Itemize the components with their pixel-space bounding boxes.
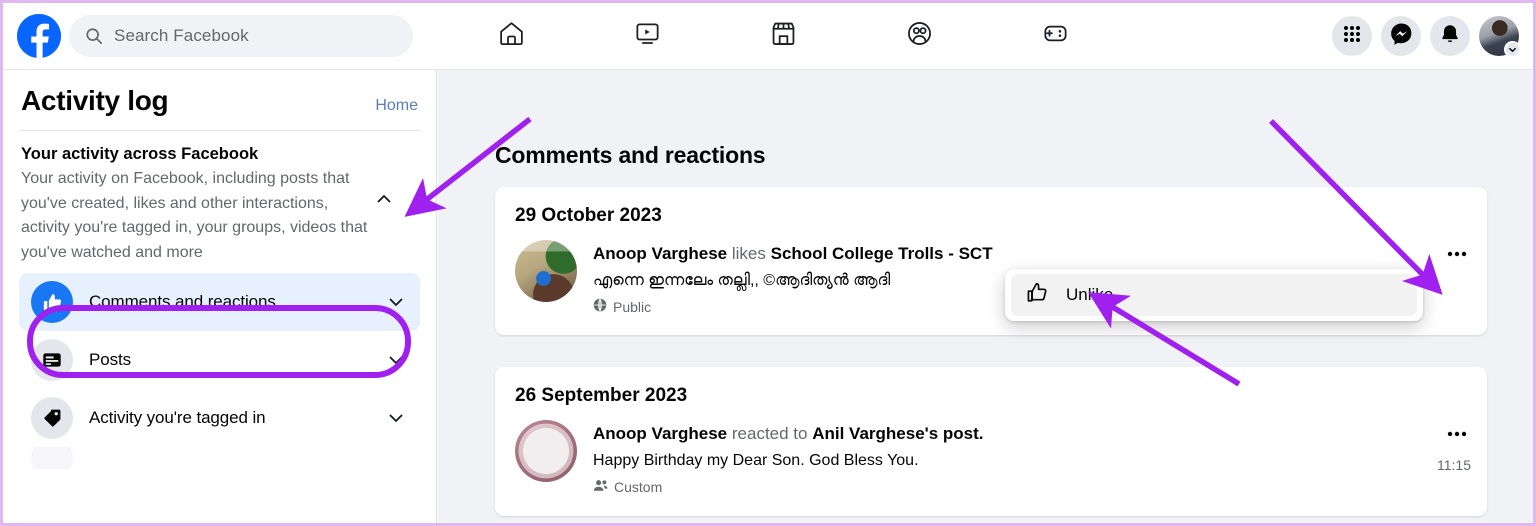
marketplace-icon	[769, 19, 798, 53]
messenger-button[interactable]	[1381, 16, 1421, 56]
section-description: Your activity on Facebook, including pos…	[21, 170, 368, 261]
sidebar-item-label: Activity you're tagged in	[89, 408, 266, 427]
nav-groups-button[interactable]	[864, 10, 974, 62]
entry-target[interactable]: School College Trolls - SCT	[771, 244, 993, 263]
card-date: 26 September 2023	[515, 385, 688, 406]
activity-entry[interactable]: Anoop Varghese reacted to Anil Varghese'…	[515, 420, 1467, 496]
grid-menu-icon	[1342, 24, 1362, 49]
partial-icon	[31, 447, 73, 469]
video-icon	[633, 19, 662, 53]
entry-privacy-label: Public	[613, 298, 652, 315]
search-icon	[85, 27, 103, 45]
globe-icon	[593, 298, 607, 315]
thumbs-up-icon	[31, 281, 73, 323]
tag-icon	[31, 397, 73, 439]
chevron-down-icon[interactable]	[386, 292, 406, 312]
entry-verb: reacted to	[731, 424, 808, 443]
entry-target-suffix: 's post.	[924, 424, 984, 443]
sidebar-item-label: Comments and reactions	[89, 292, 276, 311]
home-link[interactable]: Home	[375, 97, 418, 115]
ellipsis-icon[interactable]	[1443, 427, 1471, 441]
entry-privacy[interactable]: Custom	[593, 478, 1467, 496]
unlike-context-menu: Unlike	[1005, 269, 1423, 321]
nav-gaming-button[interactable]	[1000, 10, 1110, 62]
entry-actor[interactable]: Anoop Varghese	[593, 244, 727, 263]
chevron-up-icon[interactable]	[374, 189, 394, 209]
sidebar-category-list: Comments and reactions Posts Activity yo…	[19, 273, 420, 469]
posts-icon	[31, 339, 73, 381]
topbar-actions	[1332, 3, 1521, 69]
sidebar-item-label: Posts	[89, 350, 132, 369]
entry-body: Anoop Varghese reacted to Anil Varghese'…	[593, 420, 1467, 496]
entry-verb: likes	[731, 244, 766, 263]
messenger-icon	[1390, 22, 1413, 50]
entry-actor[interactable]: Anoop Varghese	[593, 424, 727, 443]
entry-actions: 11:15	[1437, 427, 1471, 473]
section-heading: Your activity across Facebook	[21, 145, 259, 163]
topbar-left: Search Facebook	[3, 14, 413, 58]
card-date: 29 October 2023	[515, 205, 662, 226]
entry-target[interactable]: Anil Varghese	[812, 424, 924, 443]
entry-actions	[1443, 247, 1471, 277]
sidebar-section-intro: Your activity across Facebook Your activ…	[19, 131, 420, 265]
activity-log-sidebar: Activity log Home Your activity across F…	[3, 70, 437, 523]
people-icon	[593, 478, 608, 496]
sidebar-item-comments-and-reactions[interactable]: Comments and reactions	[19, 273, 420, 331]
facebook-activity-log-page: Search Facebook Activity log Home Your a…	[0, 0, 1536, 526]
nav-home-button[interactable]	[456, 10, 566, 62]
groups-icon	[905, 19, 934, 53]
top-navigation-bar: Search Facebook	[3, 3, 1533, 70]
thumbs-up-outline-icon	[1025, 280, 1050, 310]
account-button[interactable]	[1479, 16, 1521, 58]
search-input[interactable]: Search Facebook	[69, 15, 413, 57]
ellipsis-icon[interactable]	[1443, 247, 1471, 261]
sidebar-item-activity-youre-tagged-in[interactable]: Activity you're tagged in	[19, 389, 420, 447]
facebook-logo-icon[interactable]	[17, 14, 61, 58]
entry-headline: Anoop Varghese likes School College Trol…	[593, 242, 1467, 266]
chevron-down-icon[interactable]	[386, 350, 406, 370]
page-title: Activity log	[21, 85, 169, 116]
menu-item-label: Unlike	[1066, 285, 1114, 304]
grid-menu-button[interactable]	[1332, 16, 1372, 56]
entry-text: Happy Birthday my Dear Son. God Bless Yo…	[593, 452, 919, 469]
notifications-button[interactable]	[1430, 16, 1470, 56]
sidebar-header: Activity log Home	[19, 70, 420, 131]
chevron-down-icon[interactable]	[386, 408, 406, 428]
nav-video-button[interactable]	[592, 10, 702, 62]
gaming-icon	[1041, 19, 1070, 53]
sidebar-item-partial[interactable]	[19, 447, 420, 469]
menu-item-unlike[interactable]: Unlike	[1011, 274, 1417, 316]
home-icon	[497, 19, 526, 53]
sidebar-item-posts[interactable]: Posts	[19, 331, 420, 389]
entry-thumbnail[interactable]	[515, 420, 577, 482]
content-title: Comments and reactions	[495, 142, 766, 168]
activity-card: 26 September 2023 Anoop Varghese reacted…	[495, 367, 1487, 516]
topbar-nav	[443, 3, 1123, 69]
nav-marketplace-button[interactable]	[728, 10, 838, 62]
entry-thumbnail[interactable]	[515, 240, 577, 302]
entry-privacy-label: Custom	[614, 479, 663, 495]
chevron-down-icon	[1504, 41, 1521, 58]
entry-time: 11:15	[1437, 457, 1471, 473]
search-placeholder: Search Facebook	[114, 26, 249, 45]
bell-icon	[1439, 23, 1461, 50]
entry-headline: Anoop Varghese reacted to Anil Varghese'…	[593, 422, 1467, 446]
